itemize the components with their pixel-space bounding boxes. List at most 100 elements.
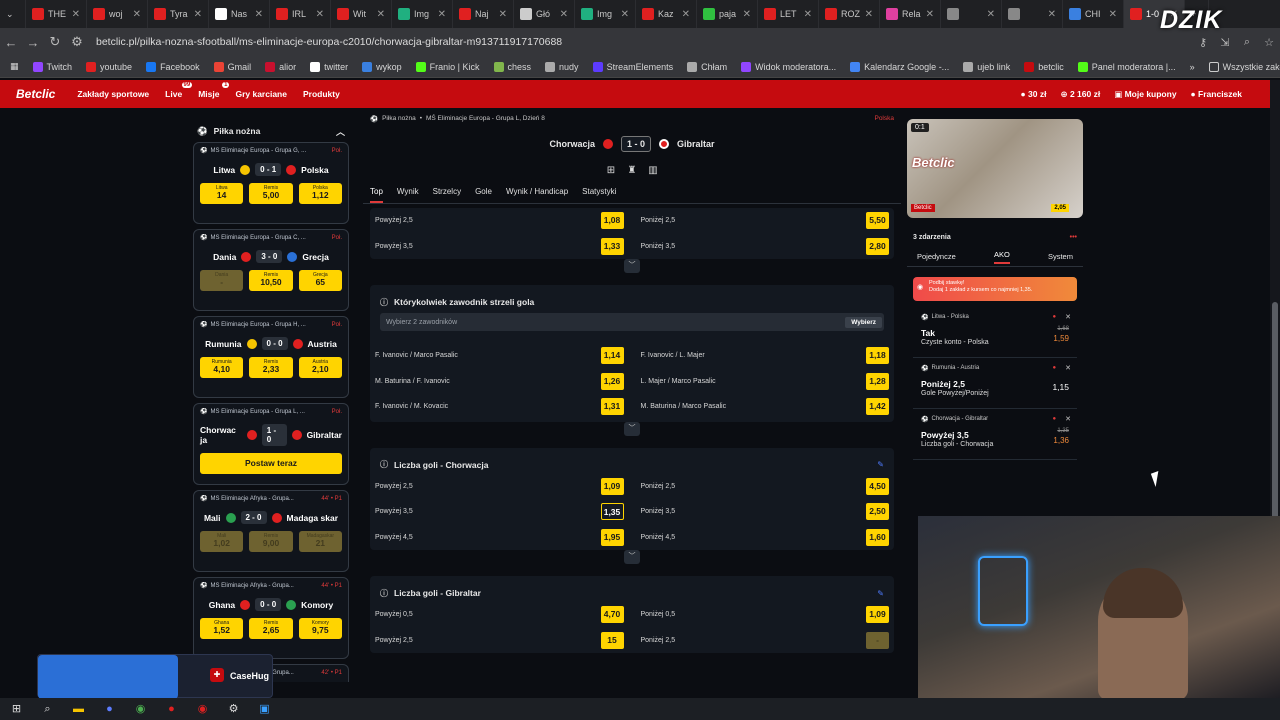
remove-icon[interactable]: ✕ [1065, 313, 1071, 321]
windows-start-icon[interactable]: ⊞ [10, 703, 23, 716]
browser-tab[interactable]: Naj ✕ [453, 0, 514, 28]
settings-icon[interactable]: ⚙ [227, 703, 240, 716]
match-card[interactable]: ⚽ MŚ Eliminacje Afryka - Grupa... 44' • P1… [193, 490, 349, 572]
browser-tab[interactable]: paja ✕ [697, 0, 758, 28]
browser-tab[interactable]: Tyra ✕ [148, 0, 209, 28]
back-icon[interactable]: ← [0, 35, 22, 50]
bookmark-star-icon[interactable]: ☆ [1258, 36, 1280, 49]
nav-4[interactable]: Produkty [303, 89, 340, 99]
chrome-icon[interactable]: ◉ [134, 703, 147, 716]
bookmark[interactable]: Panel moderatora |... [1071, 61, 1183, 72]
boost-promo[interactable]: ◉ Podbij stawkę! Dodaj 1 zakład z kursem c… [913, 277, 1077, 301]
balance-main[interactable]: ⊕ 2 160 zł [1060, 89, 1100, 100]
nav-2[interactable]: Misje 1 [198, 82, 230, 99]
browser-tab[interactable]: Rela ✕ [880, 0, 941, 28]
tab-single[interactable]: Pojedyncze [917, 252, 956, 261]
match-card[interactable]: ⚽ MŚ Eliminacje Europa - Grupa L, ... Poł.… [193, 403, 349, 485]
odds-button[interactable]: 1,60 [866, 528, 889, 546]
stats-bars-icon[interactable]: ▥ [648, 165, 659, 176]
reload-icon[interactable]: ↻ [44, 34, 66, 50]
user-menu[interactable]: ● Franciszek [1191, 89, 1242, 99]
match-card[interactable]: ⚽ MŚ Eliminacje Afryka - Grupa... 44' • P1… [193, 577, 349, 659]
odds-button[interactable]: 4,70 [600, 606, 624, 624]
close-icon[interactable]: ✕ [1048, 9, 1056, 20]
url-field[interactable]: betclic.pl/pilka-nozna-sfootball/ms-elim… [96, 36, 1192, 48]
remove-icon[interactable]: ✕ [1065, 364, 1071, 372]
browser-tab[interactable]: IRL ✕ [270, 0, 331, 28]
site-info-icon[interactable]: ⚙ [66, 34, 88, 50]
tab-system[interactable]: System [1048, 252, 1073, 261]
odds-button[interactable]: 1,33 [600, 237, 624, 255]
app-icon[interactable]: ● [103, 703, 116, 716]
browser-tab[interactable]: THE ✕ [26, 0, 87, 28]
close-icon[interactable]: ✕ [377, 9, 385, 20]
bookmark[interactable]: Twitch [26, 61, 80, 72]
browser-tab[interactable]: Img ✕ [392, 0, 453, 28]
odds-button[interactable]: 2,80 [866, 237, 889, 255]
close-icon[interactable]: ✕ [316, 9, 324, 20]
odds-button[interactable]: Remis 9,00 [249, 531, 293, 552]
browser-tab[interactable]: Kaz ✕ [636, 0, 697, 28]
odds-button[interactable]: 1,35 [600, 503, 624, 521]
close-icon[interactable]: ✕ [987, 9, 995, 20]
browser-tab[interactable]: Wit ✕ [331, 0, 392, 28]
file-explorer-icon[interactable]: ▬ [72, 703, 85, 716]
chrome-icon[interactable]: ◉ [196, 703, 209, 716]
odds-button[interactable]: Polska 1,12 [298, 183, 342, 204]
odds-button[interactable]: - [866, 631, 889, 649]
app-icon[interactable]: ● [165, 703, 178, 716]
odds-button[interactable]: Remis 10,50 [249, 270, 293, 291]
odds-button[interactable]: 1,09 [866, 606, 889, 624]
close-icon[interactable]: ✕ [804, 9, 812, 20]
tab-search-icon[interactable]: ⌄ [0, 0, 26, 28]
chevron-up-icon[interactable]: ︿ [336, 125, 345, 138]
expand-button[interactable]: ﹀ [363, 259, 901, 275]
bookmark[interactable]: ujeb link [956, 61, 1017, 72]
info-icon[interactable]: ⓘ [380, 588, 388, 599]
bookmark[interactable]: nudy [538, 61, 586, 72]
odds-button[interactable]: 1,09 [600, 477, 624, 495]
odds-button[interactable]: 1,28 [866, 372, 889, 390]
bookmark[interactable]: Kalendarz Google -... [843, 61, 956, 72]
choose-button[interactable]: Wybierz [845, 316, 882, 328]
close-icon[interactable]: ✕ [743, 9, 751, 20]
close-icon[interactable]: ✕ [255, 9, 263, 20]
odds-button[interactable]: 1,26 [600, 372, 624, 390]
odds-button[interactable]: 1,42 [866, 398, 889, 416]
language-link[interactable]: Polska [874, 115, 894, 123]
tab-4[interactable]: Wynik / Handicap [506, 187, 568, 203]
remove-icon[interactable]: ✕ [1065, 415, 1071, 423]
install-icon[interactable]: ⇲ [1214, 36, 1236, 49]
odds-button[interactable]: Grecja 65 [298, 270, 342, 291]
odds-button[interactable]: Madagaskar 21 [298, 531, 342, 552]
browser-tab[interactable]: Nas ✕ [209, 0, 270, 28]
info-icon[interactable]: ⓘ [380, 459, 388, 470]
odds-button[interactable]: Remis 2,65 [249, 618, 293, 639]
info-icon[interactable]: ⓘ [380, 297, 388, 308]
close-icon[interactable]: ✕ [72, 9, 80, 20]
odds-button[interactable]: 5,50 [866, 212, 889, 230]
my-coupons-button[interactable]: ▣ Moje kupony [1114, 89, 1176, 100]
close-icon[interactable]: ✕ [499, 9, 507, 20]
pitch-view-icon[interactable]: ⊞ [606, 165, 617, 176]
zoom-icon[interactable]: ⌕ [1236, 36, 1258, 49]
odds-button[interactable]: 4,50 [866, 477, 889, 495]
close-icon[interactable]: ✕ [926, 9, 934, 20]
odds-button[interactable]: Rumunia 4,10 [200, 357, 244, 378]
pin-icon[interactable]: ✎ [877, 460, 884, 469]
place-bet-button[interactable]: Postaw teraz [200, 453, 342, 474]
browser-tab[interactable]: woj ✕ [87, 0, 148, 28]
odds-button[interactable]: Remis 2,33 [249, 357, 293, 378]
bookmark[interactable]: youtube [79, 61, 139, 72]
browser-tab[interactable]: CHI ✕ [1063, 0, 1124, 28]
close-icon[interactable]: ✕ [682, 9, 690, 20]
bookmark[interactable]: twitter [303, 61, 355, 72]
match-card[interactable]: ⚽ MŚ Eliminacje Europa - Grupa C, ... Poł.… [193, 229, 349, 311]
betclic-logo[interactable]: Betclic [16, 87, 55, 101]
odds-button[interactable]: 15 [600, 631, 624, 649]
tab-1[interactable]: Wynik [397, 187, 419, 203]
tab-3[interactable]: Gole [475, 187, 492, 203]
bookmark[interactable]: wykop [355, 61, 409, 72]
odds-button[interactable]: 1,31 [600, 398, 624, 416]
close-icon[interactable]: ✕ [194, 9, 202, 20]
